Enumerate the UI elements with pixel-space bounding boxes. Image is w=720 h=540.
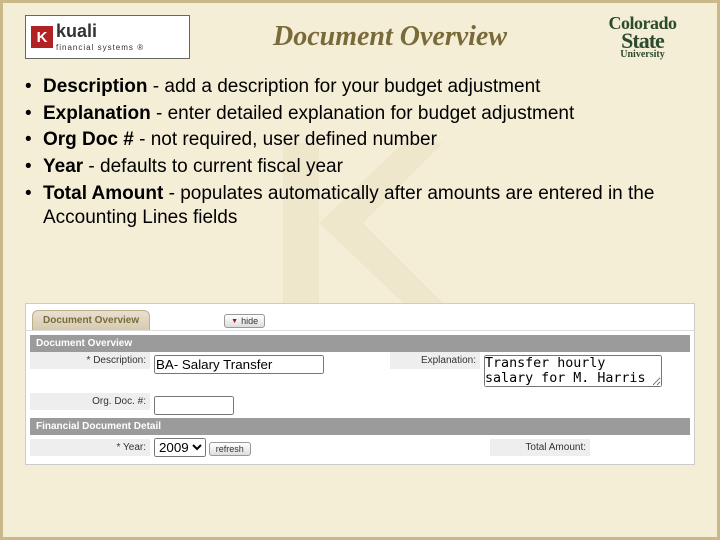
list-item: Org Doc # - not required, user defined n… <box>25 128 695 153</box>
chevron-down-icon: ▼ <box>231 318 238 325</box>
list-item: Description - add a description for your… <box>25 75 695 100</box>
list-item: Total Amount - populates automatically a… <box>25 182 695 231</box>
kuali-k-icon: K <box>31 26 53 48</box>
kuali-brand: kuali <box>56 21 97 41</box>
year-label: * Year: <box>30 439 150 456</box>
section-header: Financial Document Detail <box>30 418 690 435</box>
list-item: Year - defaults to current fiscal year <box>25 155 695 180</box>
total-amount-value <box>590 445 690 451</box>
description-label: * Description: <box>30 352 150 369</box>
section-header: Document Overview <box>30 335 690 352</box>
year-select[interactable]: 2009 <box>154 438 206 457</box>
orgdoc-label: Org. Doc. #: <box>30 393 150 410</box>
page-title: Document Overview <box>190 21 590 53</box>
screenshot-panel: Document Overview ▼ hide Document Overvi… <box>25 303 695 465</box>
orgdoc-input[interactable] <box>154 396 234 415</box>
bullet-list: Description - add a description for your… <box>25 75 695 231</box>
total-amount-label: Total Amount: <box>490 439 590 456</box>
description-input[interactable] <box>154 355 324 374</box>
kuali-logo: K kuali financial systems ® <box>25 15 190 59</box>
kuali-sub: financial systems <box>56 43 134 52</box>
list-item: Explanation - enter detailed explanation… <box>25 102 695 127</box>
hide-button[interactable]: ▼ hide <box>224 314 265 328</box>
refresh-button[interactable]: refresh <box>209 442 251 456</box>
tab-document-overview[interactable]: Document Overview <box>32 310 150 330</box>
csu-logo: Colorado State University <box>590 15 695 60</box>
explanation-textarea[interactable] <box>484 355 662 387</box>
explanation-label: Explanation: <box>390 352 480 369</box>
